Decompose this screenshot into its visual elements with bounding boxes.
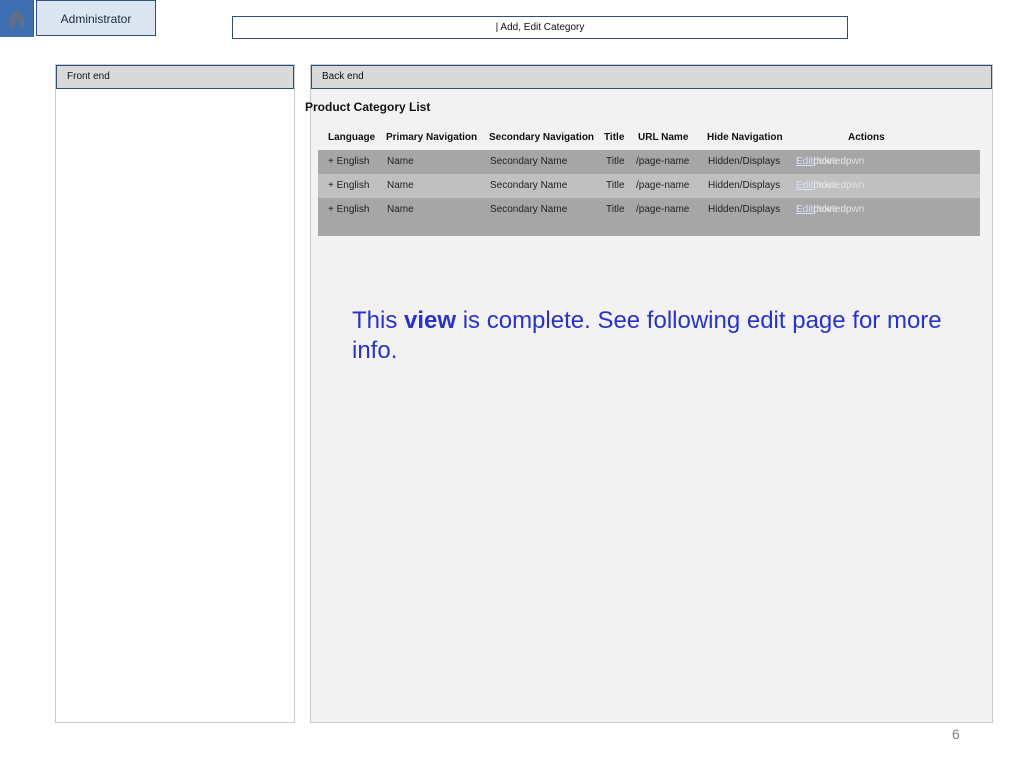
cell-title: Title — [606, 180, 625, 191]
cell-actions: Edit | delete | move up | move down — [796, 174, 864, 198]
cell-url: /page-name — [636, 180, 690, 191]
column-header-secondary-navigation: Secondary Navigation — [489, 132, 595, 143]
breadcrumb: | Add, Edit Category — [232, 16, 848, 39]
column-header-primary-navigation: Primary Navigation — [386, 132, 478, 143]
move-down-link[interactable]: move down — [813, 150, 864, 174]
cell-language[interactable]: + English — [328, 150, 369, 174]
cell-hide: Hidden/Displays — [708, 204, 781, 215]
cell-language[interactable]: + English — [328, 198, 369, 222]
breadcrumb-text: | Add, Edit Category — [495, 22, 585, 33]
column-header-language: Language — [328, 132, 376, 143]
move-down-link[interactable]: move down — [813, 198, 864, 222]
edit-link[interactable]: Edit — [796, 156, 813, 167]
column-header-url-name: URL Name — [638, 132, 689, 143]
cell-actions: Edit | delete | move up | move down — [796, 198, 864, 222]
page-number: 6 — [952, 726, 960, 742]
table-row: + English Name Secondary Name Title /pag… — [318, 174, 980, 198]
administrator-tab-label: Administrator — [60, 12, 132, 26]
completion-note: This view is complete. See following edi… — [352, 306, 952, 366]
cell-secondary: Secondary Name — [490, 204, 568, 215]
cell-hide: Hidden/Displays — [708, 180, 781, 191]
cell-url: /page-name — [636, 156, 690, 167]
table-row: + English Name Secondary Name Title /pag… — [318, 150, 980, 174]
cell-secondary: Secondary Name — [490, 180, 568, 191]
cell-primary: Name — [387, 204, 414, 215]
page-title: Product Category List — [305, 100, 431, 114]
front-end-panel: Front end — [55, 64, 295, 723]
note-before: This — [352, 307, 398, 334]
cell-url: /page-name — [636, 204, 690, 215]
administrator-tab[interactable]: Administrator — [36, 0, 156, 36]
column-header-hide-navigation: Hide Navigation — [707, 132, 783, 143]
home-button[interactable] — [0, 0, 34, 37]
move-down-link[interactable]: move down — [813, 174, 864, 198]
cell-actions: Edit | delete | move up | move down — [796, 150, 864, 174]
cell-secondary: Secondary Name — [490, 156, 568, 167]
back-end-tab[interactable]: Back end — [311, 65, 992, 89]
table-header: Language Primary Navigation Secondary Na… — [318, 128, 980, 148]
category-table: Language Primary Navigation Secondary Na… — [318, 128, 980, 236]
cell-title: Title — [606, 204, 625, 215]
edit-link[interactable]: Edit — [796, 204, 813, 215]
cell-hide: Hidden/Displays — [708, 156, 781, 167]
table-row: + English Name Secondary Name Title /pag… — [318, 198, 980, 222]
edit-link[interactable]: Edit — [796, 180, 813, 191]
back-end-label: Back end — [322, 71, 364, 82]
home-icon — [6, 9, 27, 28]
cell-primary: Name — [387, 180, 414, 191]
front-end-tab[interactable]: Front end — [56, 65, 294, 89]
column-header-title: Title — [604, 132, 625, 143]
cell-title: Title — [606, 156, 625, 167]
front-end-label: Front end — [67, 71, 110, 82]
note-strong: view — [404, 307, 457, 334]
table-body: + English Name Secondary Name Title /pag… — [318, 150, 980, 236]
cell-language[interactable]: + English — [328, 174, 369, 198]
cell-primary: Name — [387, 156, 414, 167]
column-header-actions: Actions — [848, 132, 885, 143]
